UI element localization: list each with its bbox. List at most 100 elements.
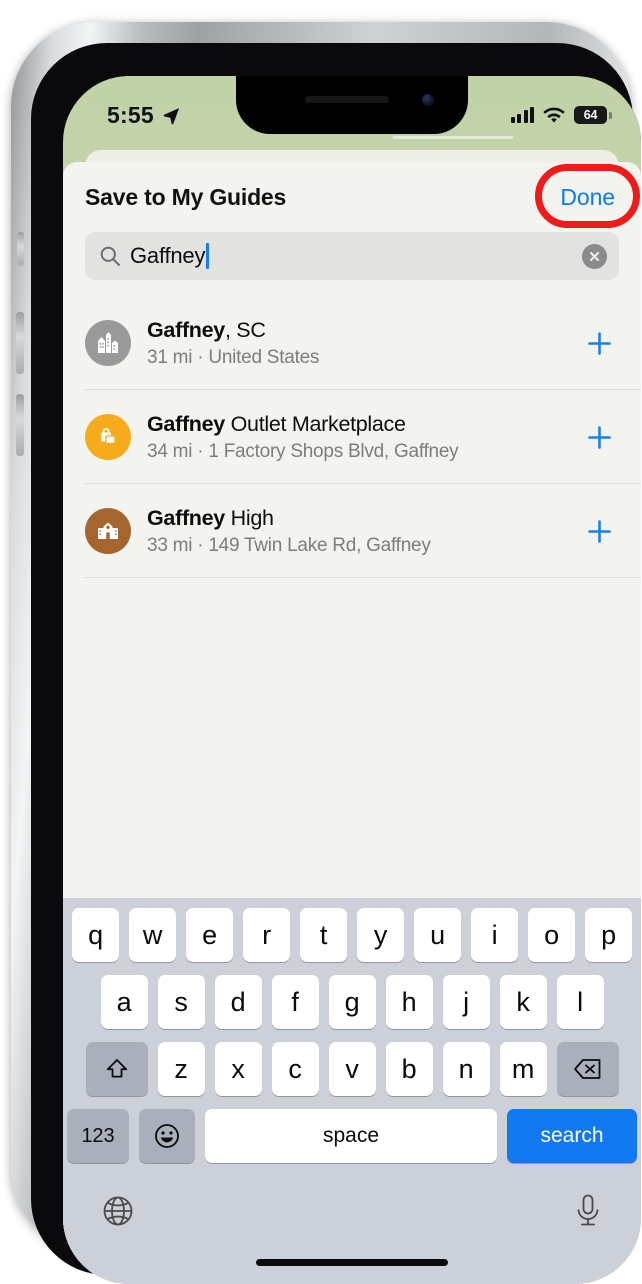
search-row: Gaffney [63, 232, 641, 296]
add-to-guide-button[interactable] [583, 515, 615, 547]
key-d[interactable]: d [214, 975, 262, 1029]
key-l[interactable]: l [556, 975, 604, 1029]
earpiece-speaker [304, 96, 389, 103]
list-item-subtitle: 33 mi · 149 Twin Lake Rd, Gaffney [147, 534, 431, 556]
plus-icon [587, 519, 611, 543]
key-w[interactable]: w [129, 908, 176, 962]
battery-indicator: 64 [574, 106, 612, 124]
key-h[interactable]: h [385, 975, 433, 1029]
volume-up-button[interactable] [16, 312, 24, 374]
key-x[interactable]: x [214, 1042, 262, 1096]
list-item[interactable]: Gaffney Outlet Marketplace 34 mi · 1 Fac… [63, 390, 641, 484]
plus-icon [587, 425, 611, 449]
list-item-title: Gaffney High [147, 505, 567, 532]
list-item-title-match: Gaffney [147, 505, 225, 530]
key-m[interactable]: m [499, 1042, 547, 1096]
on-screen-keyboard: q w e r t y u i o p a s d f g h j k l z … [63, 898, 641, 1284]
wifi-icon [543, 107, 565, 123]
list-item-title-rest: High [224, 505, 274, 530]
plus-icon [587, 331, 611, 355]
microphone-icon[interactable] [573, 1193, 603, 1229]
city-buildings-icon [85, 320, 131, 366]
list-item-title: Gaffney, SC [147, 317, 567, 344]
key-s[interactable]: s [157, 975, 205, 1029]
search-icon [100, 246, 120, 266]
search-input[interactable]: Gaffney [130, 243, 205, 269]
shift-key[interactable] [85, 1042, 148, 1096]
list-item-text: Gaffney Outlet Marketplace 34 mi · 1 Fac… [147, 411, 567, 464]
list-item-title-match: Gaffney [147, 411, 225, 436]
school-building-icon [85, 508, 131, 554]
school-building-glyph [98, 522, 118, 539]
key-j[interactable]: j [442, 975, 490, 1029]
backspace-key[interactable] [556, 1042, 619, 1096]
front-camera [422, 94, 434, 106]
search-text-wrap: Gaffney [130, 243, 573, 269]
device-notch [236, 76, 468, 134]
location-arrow-icon [163, 107, 179, 124]
space-key[interactable]: space [205, 1109, 497, 1163]
key-z[interactable]: z [157, 1042, 205, 1096]
key-v[interactable]: v [328, 1042, 376, 1096]
home-indicator[interactable] [256, 1259, 448, 1266]
key-y[interactable]: y [357, 908, 404, 962]
shift-arrow-icon [106, 1059, 127, 1078]
key-i[interactable]: i [471, 908, 518, 962]
key-g[interactable]: g [328, 975, 376, 1029]
keyboard-row-4: 123 space search [67, 1109, 637, 1163]
list-item[interactable]: Gaffney High 33 mi · 149 Twin Lake Rd, G… [63, 484, 641, 578]
search-key[interactable]: search [507, 1109, 637, 1163]
status-indicators: 64 [510, 106, 612, 124]
list-item-text: Gaffney High 33 mi · 149 Twin Lake Rd, G… [147, 505, 567, 558]
list-item-title-rest: , SC [224, 317, 266, 342]
key-q[interactable]: q [72, 908, 119, 962]
list-item-title: Gaffney Outlet Marketplace [147, 411, 567, 438]
emoji-smiley-icon [155, 1124, 179, 1148]
shopping-bag-icon [85, 414, 131, 460]
list-item[interactable]: Gaffney, SC 31 mi · United States [63, 296, 641, 390]
key-c[interactable]: c [271, 1042, 319, 1096]
search-field[interactable]: Gaffney [85, 232, 619, 280]
key-k[interactable]: k [499, 975, 547, 1029]
keyboard-row-2: a s d f g h j k l [67, 975, 637, 1029]
backspace-icon [573, 1059, 600, 1079]
status-clock: 5:55 [107, 101, 154, 128]
key-u[interactable]: u [414, 908, 461, 962]
key-b[interactable]: b [385, 1042, 433, 1096]
list-item-text: Gaffney, SC 31 mi · United States [147, 317, 567, 370]
phone-frame: 5:55 64 Save to My Guides Done Gaffney G… [11, 22, 641, 1284]
city-buildings-glyph [98, 332, 118, 353]
emoji-key[interactable] [139, 1109, 195, 1163]
sheet-header: Save to My Guides Done [63, 162, 641, 232]
phone-bezel: 5:55 64 Save to My Guides Done Gaffney G… [31, 43, 641, 1284]
numbers-key[interactable]: 123 [67, 1109, 129, 1163]
add-to-guide-button[interactable] [583, 421, 615, 453]
key-r[interactable]: r [243, 908, 290, 962]
key-f[interactable]: f [271, 975, 319, 1029]
list-item-subtitle: 34 mi · 1 Factory Shops Blvd, Gaffney [147, 440, 459, 462]
key-p[interactable]: p [585, 908, 632, 962]
key-o[interactable]: o [528, 908, 575, 962]
list-item-title-match: Gaffney [147, 317, 225, 342]
list-item-title-rest: Outlet Marketplace [224, 411, 406, 436]
key-a[interactable]: a [100, 975, 148, 1029]
key-e[interactable]: e [186, 908, 233, 962]
battery-level-label: 64 [583, 108, 598, 122]
done-button[interactable]: Done [560, 184, 615, 211]
silence-switch[interactable] [17, 232, 24, 266]
phone-screen: 5:55 64 Save to My Guides Done Gaffney G… [63, 76, 641, 1284]
key-t[interactable]: t [300, 908, 347, 962]
keyboard-row-3: z x c v b n m [67, 1042, 637, 1096]
add-to-guide-button[interactable] [583, 327, 615, 359]
done-button-group: Done [535, 163, 641, 228]
page-title: Save to My Guides [85, 183, 287, 210]
keyboard-row-1: q w e r t y u i o p [67, 908, 637, 962]
clear-search-button[interactable] [582, 243, 607, 269]
globe-icon[interactable] [101, 1194, 135, 1228]
keyboard-bottom-bar [67, 1169, 637, 1253]
close-icon [590, 251, 599, 261]
key-n[interactable]: n [442, 1042, 490, 1096]
volume-down-button[interactable] [16, 394, 24, 456]
text-caret [206, 243, 209, 269]
list-item-subtitle: 31 mi · United States [147, 346, 320, 368]
